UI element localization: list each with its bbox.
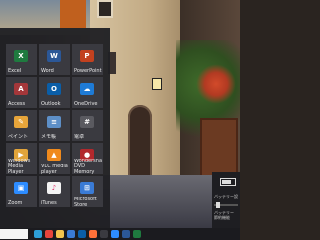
wallpaper-street-lamp: [152, 78, 162, 90]
tile-access[interactable]: A Access: [6, 77, 37, 108]
tile-label: Wondershare DVD Memory: [74, 158, 102, 175]
store-taskbar-icon[interactable]: [67, 230, 75, 238]
taskbar: [0, 228, 240, 240]
tile-excel[interactable]: X Excel: [6, 44, 37, 75]
battery-icon: [220, 178, 236, 186]
photos-icon[interactable]: [111, 230, 119, 238]
tile-label: Outlook: [41, 101, 61, 107]
tile-label: OneDrive: [74, 101, 98, 107]
tile-paint[interactable]: ✎ ペイント: [6, 110, 37, 141]
excel-icon: X: [14, 50, 28, 62]
word-icon: W: [47, 50, 61, 62]
notepad-icon: ≡: [47, 116, 61, 128]
tile-word[interactable]: W Word: [39, 44, 70, 75]
tile-outlook[interactable]: O Outlook: [39, 77, 70, 108]
wallpaper-awning: [60, 0, 86, 28]
tile-label: Access: [8, 101, 26, 107]
outlook-icon: O: [47, 83, 61, 95]
file-explorer-icon[interactable]: [56, 230, 64, 238]
tile-label: Excel: [8, 68, 22, 74]
chrome-icon[interactable]: [45, 230, 53, 238]
excel-taskbar-icon[interactable]: [133, 230, 141, 238]
zoom-icon: ▣: [14, 182, 28, 194]
mail-icon[interactable]: [78, 230, 86, 238]
wallpaper-flowers: [196, 64, 236, 104]
tile-label: PowerPoint: [74, 68, 102, 74]
tile-label: ペイント: [8, 134, 29, 140]
tile-label: Zoom: [8, 200, 23, 206]
tile-vlc[interactable]: ▲ VLC media player: [39, 143, 70, 174]
paint-icon: ✎: [14, 116, 28, 128]
firefox-icon[interactable]: [89, 230, 97, 238]
terminal-icon[interactable]: [100, 230, 108, 238]
edge-icon[interactable]: [34, 230, 42, 238]
power-mode-slider[interactable]: [214, 202, 238, 208]
store-icon: ⊞: [80, 182, 94, 194]
calculator-icon: #: [80, 116, 94, 128]
tile-calculator[interactable]: # 電卓: [72, 110, 103, 141]
wallpaper-window-top: [97, 0, 113, 18]
tile-notepad[interactable]: ≡ メモ帳: [39, 110, 70, 141]
tile-store[interactable]: ⊞ Microsoft Store: [72, 176, 103, 207]
tile-media-player[interactable]: ▶ Windows Media Player: [6, 143, 37, 174]
tile-label: iTunes: [41, 200, 57, 206]
battery-settings-link[interactable]: バッテリー設定: [214, 194, 238, 200]
tile-label: Windows Media Player: [8, 158, 31, 175]
taskbar-search-box[interactable]: [0, 229, 28, 239]
tile-itunes[interactable]: ♪ iTunes: [39, 176, 70, 207]
tile-powerpoint[interactable]: P PowerPoint: [72, 44, 103, 75]
word-taskbar-icon[interactable]: [122, 230, 130, 238]
tile-dvd-memory[interactable]: ●Wondershare DVD Memory: [72, 143, 103, 174]
itunes-icon: ♪: [47, 182, 61, 194]
access-icon: A: [14, 83, 28, 95]
tile-onedrive[interactable]: ☁ OneDrive: [72, 77, 103, 108]
tile-label: Word: [41, 68, 54, 74]
vlc-icon: ▲: [47, 149, 61, 161]
tile-label: 電卓: [74, 134, 85, 140]
power-mode-slider-knob[interactable]: [216, 202, 220, 208]
tile-label: VLC media player: [41, 164, 68, 175]
battery-saver-label: バッテリー 節約機能: [214, 210, 234, 220]
battery-flyout: バッテリー設定 バッテリー 節約機能: [212, 172, 240, 228]
tile-label: メモ帳: [41, 134, 57, 140]
tile-label: Microsoft Store: [74, 197, 97, 208]
tile-zoom[interactable]: ▣ Zoom: [6, 176, 37, 207]
wallpaper-arched-door: [128, 105, 152, 177]
onedrive-icon: ☁: [80, 83, 94, 95]
powerpoint-icon: P: [80, 50, 94, 62]
start-menu: X Excel W Word P PowerPoint A Access O Outlook ☁ On…: [0, 28, 110, 228]
